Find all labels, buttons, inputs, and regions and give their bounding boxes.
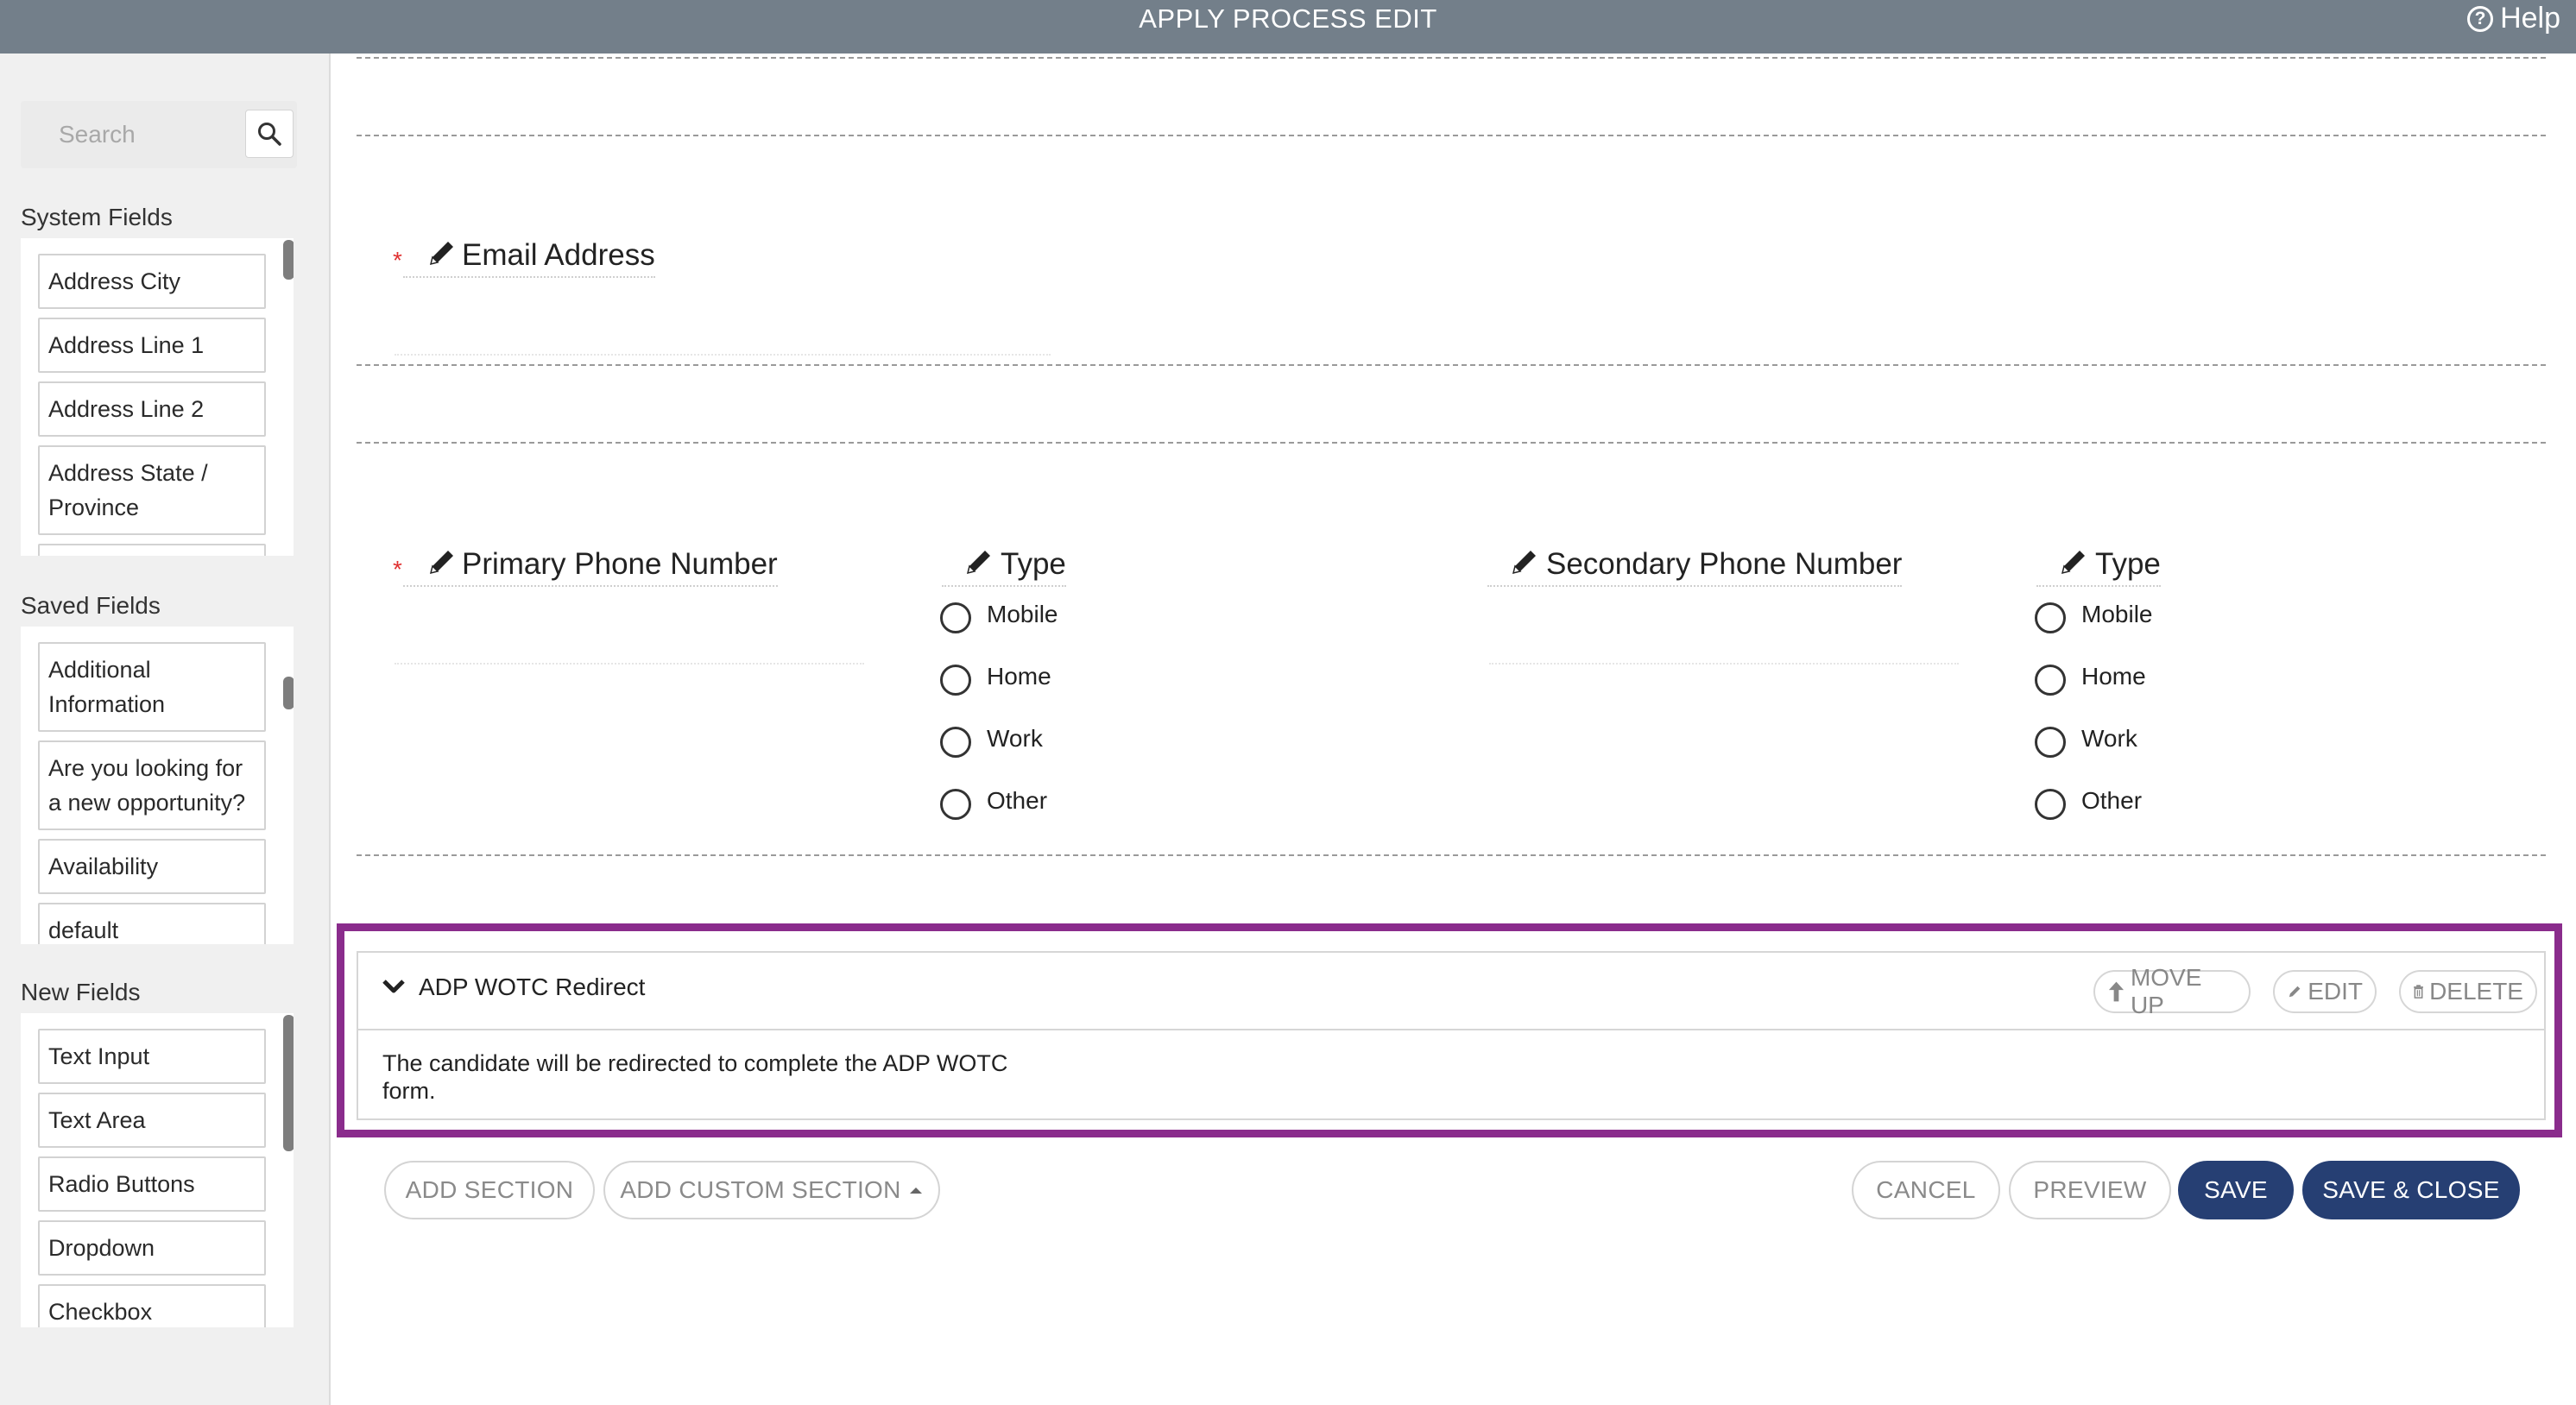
primary-phone-label[interactable]: Primary Phone Number [403, 547, 778, 587]
add-section-button[interactable]: ADD SECTION [384, 1161, 595, 1219]
section-title: ADP WOTC Redirect [419, 973, 646, 1000]
delete-button[interactable]: DELETE [2399, 970, 2537, 1013]
scrollbar-thumb[interactable] [283, 677, 294, 709]
divider [357, 442, 2546, 444]
field-item[interactable]: Address State / Province [38, 445, 266, 535]
field-item[interactable]: default [38, 903, 266, 944]
radio-circle[interactable] [940, 665, 971, 696]
primary-phone-input-line[interactable] [395, 663, 864, 665]
arrow-up-icon [2108, 981, 2125, 1002]
saved-fields-list: Additional Information Are you looking f… [21, 627, 294, 944]
field-item[interactable]: Availability [38, 839, 266, 894]
system-fields-title: System Fields [21, 204, 173, 230]
radio-option-mobile[interactable]: Mobile [940, 595, 1058, 633]
section-header[interactable]: ADP WOTC Redirect MOVE UP EDIT DELETE [358, 953, 2544, 1030]
new-fields-list: Text Input Text Area Radio Buttons Dropd… [21, 1013, 294, 1327]
secondary-phone-input-line[interactable] [1489, 663, 1959, 665]
radio-option-other[interactable]: Other [2035, 782, 2142, 820]
field-item[interactable]: Text Area [38, 1093, 266, 1148]
primary-type-label[interactable]: Type [942, 547, 1066, 587]
field-item[interactable]: Checkbox [38, 1284, 266, 1327]
scrollbar-thumb[interactable] [283, 1015, 294, 1151]
field-item-partial[interactable] [38, 544, 266, 556]
radio-circle[interactable] [2035, 789, 2066, 820]
system-fields-list: Address City Address Line 1 Address Line… [21, 238, 294, 556]
field-item[interactable]: Additional Information [38, 642, 266, 732]
help-icon: ? [2467, 5, 2494, 32]
secondary-phone-label[interactable]: Secondary Phone Number [1487, 547, 1903, 587]
radio-circle[interactable] [2035, 727, 2066, 758]
search-box [21, 101, 297, 168]
help-label: Help [2500, 2, 2560, 35]
divider [357, 364, 2546, 366]
search-icon [258, 123, 281, 146]
trash-icon [2414, 985, 2423, 999]
radio-option-other[interactable]: Other [940, 782, 1047, 820]
field-item[interactable]: Are you looking for a new opportunity? [38, 740, 266, 830]
email-input-line[interactable] [395, 354, 1051, 356]
radio-circle[interactable] [940, 727, 971, 758]
caret-up-icon [909, 1188, 922, 1194]
search-button[interactable] [245, 110, 294, 158]
radio-circle[interactable] [940, 789, 971, 820]
radio-circle[interactable] [940, 602, 971, 633]
save-and-close-button[interactable]: SAVE & CLOSE [2302, 1161, 2520, 1219]
edit-button[interactable]: EDIT [2273, 970, 2377, 1013]
radio-option-mobile[interactable]: Mobile [2035, 595, 2152, 633]
field-sidebar: System Fields Address City Address Line … [0, 54, 331, 1405]
form-canvas: * Email Address * Primary Phone Number T… [332, 54, 2576, 1405]
add-custom-section-button[interactable]: ADD CUSTOM SECTION [603, 1161, 940, 1219]
email-field-label[interactable]: Email Address [403, 238, 655, 278]
required-marker: * [393, 247, 402, 274]
field-item[interactable]: Address City [38, 254, 266, 309]
saved-fields-title: Saved Fields [21, 592, 161, 619]
field-item[interactable]: Radio Buttons [38, 1156, 266, 1212]
radio-option-home[interactable]: Home [2035, 658, 2146, 696]
divider [357, 57, 2546, 59]
radio-option-home[interactable]: Home [940, 658, 1051, 696]
secondary-type-label[interactable]: Type [2036, 547, 2161, 587]
scrollbar-thumb[interactable] [283, 240, 294, 280]
radio-circle[interactable] [2035, 602, 2066, 633]
help-link[interactable]: ? Help [2467, 2, 2560, 35]
pencil-icon [2289, 986, 2301, 998]
divider [357, 135, 2546, 136]
chevron-down-icon[interactable] [382, 977, 405, 996]
cancel-button[interactable]: CANCEL [1852, 1161, 2000, 1219]
field-item[interactable]: Address Line 2 [38, 381, 266, 437]
radio-option-work[interactable]: Work [940, 720, 1043, 758]
field-item[interactable]: Address Line 1 [38, 318, 266, 373]
preview-button[interactable]: PREVIEW [2009, 1161, 2171, 1219]
new-fields-title: New Fields [21, 979, 141, 1005]
search-input[interactable] [21, 101, 245, 168]
field-item[interactable]: Text Input [38, 1029, 266, 1084]
page-title: APPLY PROCESS EDIT [1139, 3, 1437, 34]
section-description: The candidate will be redirected to comp… [382, 1050, 1008, 1104]
radio-option-work[interactable]: Work [2035, 720, 2137, 758]
field-item[interactable]: Dropdown [38, 1220, 266, 1276]
move-up-button[interactable]: MOVE UP [2093, 964, 2251, 1018]
save-button[interactable]: SAVE [2178, 1161, 2294, 1219]
required-marker: * [393, 556, 402, 583]
section-card: ADP WOTC Redirect MOVE UP EDIT DELETE Th… [357, 951, 2546, 1120]
top-bar: APPLY PROCESS EDIT ? Help [0, 0, 2576, 54]
radio-circle[interactable] [2035, 665, 2066, 696]
divider [357, 854, 2546, 856]
